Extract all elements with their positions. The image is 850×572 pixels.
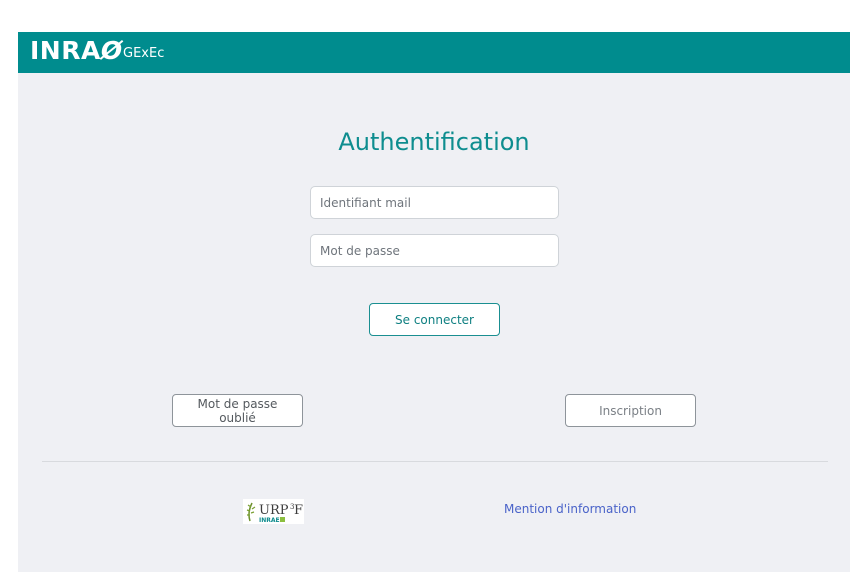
forgot-password-button[interactable]: Mot de passe oublié — [172, 394, 303, 427]
app-frame: INRAØ GExEc Authentification Se connecte… — [18, 32, 850, 572]
urp3f-logo: URP 3 F INRAE — [243, 499, 304, 524]
page-title: Authentification — [338, 128, 530, 156]
svg-text:INRAE: INRAE — [259, 517, 280, 524]
app-name: GExEc — [123, 46, 165, 61]
mention-information-link[interactable]: Mention d'information — [504, 502, 636, 516]
password-field[interactable] — [310, 234, 559, 267]
email-field[interactable] — [310, 186, 559, 219]
inrae-logo[interactable]: INRAØ — [30, 36, 123, 65]
signup-button[interactable]: Inscription — [565, 394, 696, 427]
top-bar: INRAØ GExEc — [18, 32, 850, 73]
divider — [42, 461, 828, 462]
svg-text:URP: URP — [259, 503, 289, 518]
svg-text:F: F — [294, 503, 303, 518]
login-button[interactable]: Se connecter — [369, 303, 500, 336]
